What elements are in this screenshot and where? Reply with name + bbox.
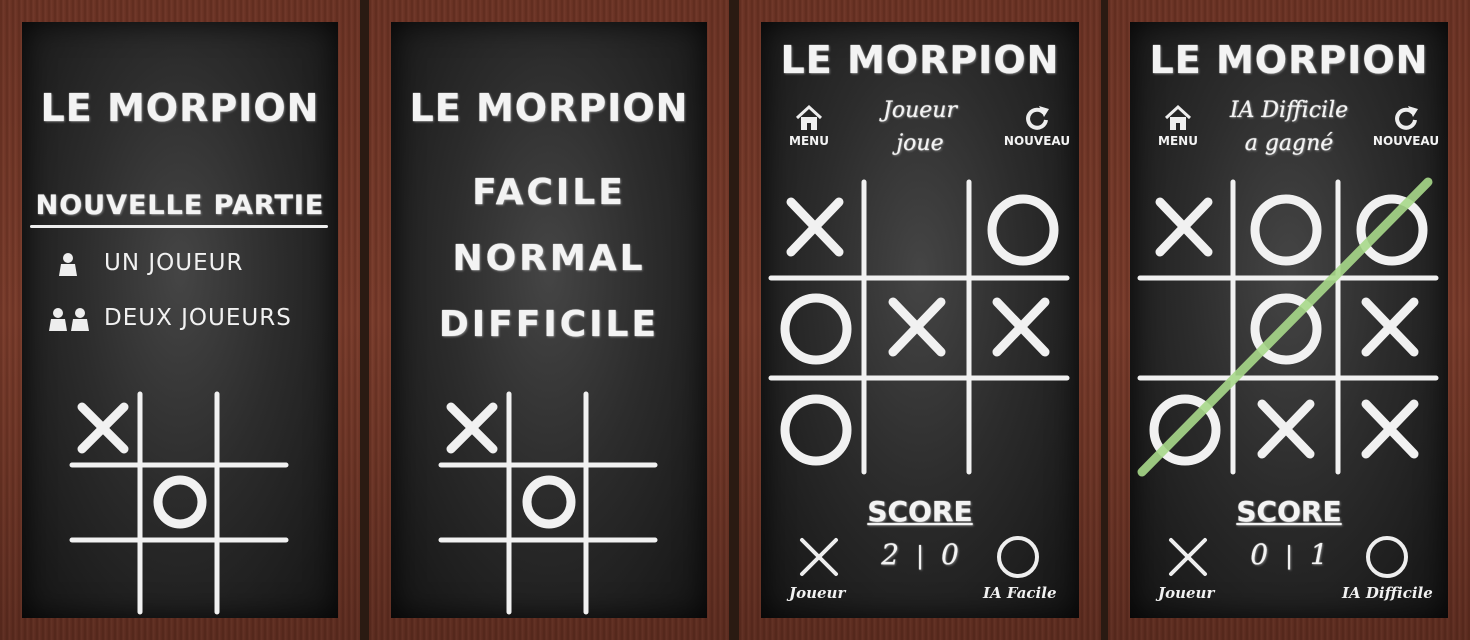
cell-4-empty[interactable] xyxy=(1142,283,1230,373)
score-right: 1 xyxy=(1309,538,1328,571)
menu-label: MENU xyxy=(789,134,829,148)
new-game-button[interactable]: NOUVEAU xyxy=(997,104,1077,148)
player-left-label: Joueur xyxy=(1158,584,1215,602)
score-left: 0 xyxy=(1250,538,1269,571)
decor-o-mark xyxy=(522,475,576,529)
cell-3-o xyxy=(987,194,1059,266)
cell-2-empty[interactable] xyxy=(869,187,964,273)
decor-x-mark xyxy=(446,402,498,454)
score-title: SCORE xyxy=(1236,495,1342,528)
two-players-option[interactable]: DEUX JOUEURS xyxy=(22,305,338,337)
cell-1-x xyxy=(786,197,844,257)
screen-game-in-progress: LE MORPION MENU Joueur joue NOUVEAU SCOR… xyxy=(739,0,1101,640)
score-left: 2 xyxy=(881,538,900,571)
status-line-2: joue xyxy=(896,131,944,156)
score-separator: | xyxy=(1284,542,1294,570)
chalkboard: LE MORPION FACILE NORMAL DIFFICILE xyxy=(391,22,707,618)
difficulty-normal-button[interactable]: NORMAL xyxy=(391,238,707,279)
game-title: LE MORPION xyxy=(780,38,1060,82)
decorative-grid xyxy=(69,391,289,615)
cell-2-o xyxy=(1250,194,1322,266)
two-players-icon xyxy=(47,307,91,337)
player-right-label: IA Difficile xyxy=(1342,584,1433,602)
one-player-label: UN JOUEUR xyxy=(104,250,244,276)
screen-main-menu: LE MORPION NOUVELLE PARTIE UN JOUEUR DEU… xyxy=(0,0,360,640)
cell-3-o xyxy=(1356,194,1428,266)
menu-label: MENU xyxy=(1158,134,1198,148)
screen-game-won: LE MORPION MENU IA Difficile a gagné NOU… xyxy=(1108,0,1470,640)
game-board[interactable] xyxy=(761,172,1079,482)
chalkboard: LE MORPION NOUVELLE PARTIE UN JOUEUR DEU… xyxy=(22,22,338,618)
status-text: IA Difficile a gagné xyxy=(1220,94,1358,160)
decor-o-mark xyxy=(153,475,207,529)
two-players-label: DEUX JOUEURS xyxy=(104,305,292,331)
menu-button[interactable]: MENU xyxy=(769,104,849,148)
menu-button[interactable]: MENU xyxy=(1138,104,1218,148)
single-player-icon xyxy=(57,252,79,282)
cell-1-x xyxy=(1155,197,1213,257)
score-right: 0 xyxy=(940,538,959,571)
cell-9-x xyxy=(1361,399,1419,459)
cell-6-x xyxy=(992,297,1050,357)
chalkboard: LE MORPION MENU Joueur joue NOUVEAU SCOR… xyxy=(761,22,1079,618)
decorative-grid xyxy=(438,391,658,615)
player-left-label: Joueur xyxy=(789,584,846,602)
status-line-1: IA Difficile xyxy=(1229,98,1349,123)
home-icon xyxy=(1164,104,1192,130)
cell-4-o xyxy=(780,293,852,365)
cell-8-x xyxy=(1257,399,1315,459)
cell-9-empty[interactable] xyxy=(974,384,1069,472)
home-icon xyxy=(795,104,823,130)
game-board[interactable] xyxy=(1130,172,1448,482)
score-title: SCORE xyxy=(867,495,973,528)
restart-icon xyxy=(1395,106,1418,130)
score-separator: | xyxy=(915,542,925,570)
cell-7-o xyxy=(780,394,852,466)
player-o-icon xyxy=(997,536,1039,578)
new-game-button[interactable]: NOUVEAU xyxy=(1366,104,1446,148)
cell-8-empty[interactable] xyxy=(869,384,964,472)
new-game-heading: NOUVELLE PARTIE xyxy=(35,190,325,221)
one-player-option[interactable]: UN JOUEUR xyxy=(22,250,322,282)
difficulty-hard-button[interactable]: DIFFICILE xyxy=(391,304,707,345)
game-title: LE MORPION xyxy=(1149,38,1429,82)
heading-underline xyxy=(30,225,328,228)
game-title: LE MORPION xyxy=(409,86,689,130)
player-right-label: IA Facile xyxy=(983,584,1057,602)
new-game-label: NOUVEAU xyxy=(1003,134,1071,148)
restart-icon xyxy=(1026,106,1049,130)
decor-x-mark xyxy=(77,402,129,454)
player-o-icon xyxy=(1366,536,1408,578)
difficulty-easy-button[interactable]: FACILE xyxy=(391,172,707,213)
status-text: Joueur joue xyxy=(861,94,979,160)
cell-5-x xyxy=(888,297,946,357)
cell-6-x xyxy=(1361,297,1419,357)
status-line-2: a gagné xyxy=(1244,131,1334,156)
new-game-label: NOUVEAU xyxy=(1372,134,1440,148)
screen-difficulty: LE MORPION FACILE NORMAL DIFFICILE xyxy=(369,0,729,640)
status-line-1: Joueur xyxy=(883,98,957,123)
game-title: LE MORPION xyxy=(40,86,320,130)
chalkboard: LE MORPION MENU IA Difficile a gagné NOU… xyxy=(1130,22,1448,618)
